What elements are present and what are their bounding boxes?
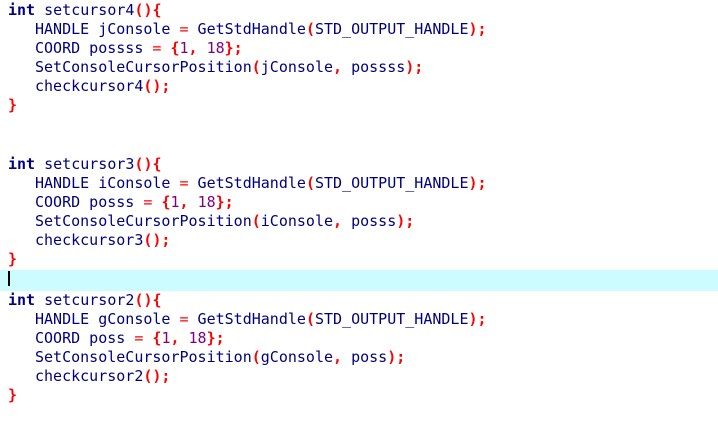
code-line[interactable]: checkcursor3();	[0, 231, 718, 250]
code-token: (	[305, 20, 315, 38]
code-editor[interactable]: int setcursor4(){ HANDLE jConsole = GetS…	[0, 0, 718, 447]
code-line[interactable]: HANDLE gConsole = GetStdHandle(STD_OUTPU…	[0, 310, 718, 329]
code-line[interactable]: HANDLE iConsole = GetStdHandle(STD_OUTPU…	[0, 174, 718, 193]
code-token: );	[387, 348, 406, 366]
code-token: =	[179, 310, 189, 328]
code-token: STD_OUTPUT_HANDLE	[314, 20, 469, 38]
code-token: ,	[179, 193, 198, 211]
code-line[interactable]: checkcursor4();	[0, 77, 718, 96]
code-token: (	[305, 174, 315, 192]
code-token: gConsole	[260, 348, 334, 366]
code-token: }	[8, 250, 18, 268]
code-line[interactable]: int setcursor2(){	[0, 291, 718, 310]
code-token: ,	[333, 58, 352, 76]
code-token: =	[179, 174, 189, 192]
code-token: SetConsoleCursorPosition	[35, 348, 252, 366]
code-token: HANDLE gConsole	[35, 310, 180, 328]
code-token: GetStdHandle	[188, 310, 306, 328]
code-line[interactable]: checkcursor2();	[0, 367, 718, 386]
code-token: ,	[188, 39, 207, 57]
code-token: STD_OUTPUT_HANDLE	[314, 310, 469, 328]
code-line[interactable]: SetConsoleCursorPosition(jConsole, posss…	[0, 58, 718, 77]
code-token: ,	[333, 348, 352, 366]
code-token: (	[251, 348, 261, 366]
code-token: ,	[170, 329, 189, 347]
text-caret	[8, 271, 10, 286]
code-token: SetConsoleCursorPosition	[35, 58, 252, 76]
code-token: 1	[170, 193, 180, 211]
code-token: GetStdHandle	[188, 174, 306, 192]
code-line[interactable]: int setcursor4(){	[0, 1, 718, 20]
code-token: {	[170, 39, 180, 57]
code-token: };	[224, 39, 243, 57]
code-line[interactable]: }	[0, 96, 718, 115]
code-line[interactable]: SetConsoleCursorPosition(iConsole, posss…	[0, 212, 718, 231]
code-token: (){	[134, 155, 162, 173]
code-line[interactable]: HANDLE jConsole = GetStdHandle(STD_OUTPU…	[0, 20, 718, 39]
code-token: posss	[351, 212, 397, 230]
code-token: ,	[333, 212, 352, 230]
code-line[interactable]: int setcursor3(){	[0, 155, 718, 174]
code-token: GetStdHandle	[188, 20, 306, 38]
code-token: possss	[351, 58, 406, 76]
code-token: int	[8, 291, 36, 309]
code-line[interactable]: COORD posss = {1, 18};	[0, 193, 718, 212]
code-line[interactable]	[0, 115, 718, 134]
code-token: );	[468, 20, 487, 38]
code-token: COORD posss	[35, 193, 144, 211]
code-token: 18	[188, 329, 207, 347]
code-token: (	[251, 212, 261, 230]
code-line[interactable]: }	[0, 386, 718, 405]
code-line[interactable]: }	[0, 250, 718, 269]
code-token: STD_OUTPUT_HANDLE	[314, 174, 469, 192]
code-token: );	[396, 212, 415, 230]
code-token: 1	[179, 39, 189, 57]
code-token: int	[8, 155, 36, 173]
code-token: ();	[143, 77, 171, 95]
code-token: }	[8, 386, 18, 404]
code-token: (	[305, 310, 315, 328]
code-token: };	[215, 193, 234, 211]
code-token: setcursor4	[35, 1, 135, 19]
code-token: );	[468, 310, 487, 328]
code-token: setcursor2	[35, 291, 135, 309]
code-token: );	[468, 174, 487, 192]
code-token: poss	[351, 348, 388, 366]
code-token: };	[206, 329, 225, 347]
code-line[interactable]: COORD poss = {1, 18};	[0, 329, 718, 348]
code-token: );	[405, 58, 424, 76]
code-token: checkcursor2	[35, 367, 144, 385]
code-token: =	[179, 20, 189, 38]
code-token: SetConsoleCursorPosition	[35, 212, 252, 230]
code-token: setcursor3	[35, 155, 135, 173]
code-line[interactable]: SetConsoleCursorPosition(gConsole, poss)…	[0, 348, 718, 367]
code-token: COORD poss	[35, 329, 135, 347]
current-line[interactable]	[0, 270, 718, 291]
code-token: checkcursor4	[35, 77, 144, 95]
code-token: HANDLE iConsole	[35, 174, 180, 192]
code-line[interactable]: COORD possss = {1, 18};	[0, 39, 718, 58]
code-token: COORD possss	[35, 39, 153, 57]
code-token: jConsole	[260, 58, 334, 76]
code-token: 18	[206, 39, 225, 57]
code-token: ();	[143, 367, 171, 385]
code-token: (){	[134, 1, 162, 19]
code-token: int	[8, 1, 36, 19]
code-token: (){	[134, 291, 162, 309]
code-token: }	[8, 96, 18, 114]
code-token: checkcursor3	[35, 231, 144, 249]
code-token: HANDLE jConsole	[35, 20, 180, 38]
code-token: 18	[197, 193, 216, 211]
code-token: (	[251, 58, 261, 76]
code-token: iConsole	[260, 212, 334, 230]
code-token: ();	[143, 231, 171, 249]
